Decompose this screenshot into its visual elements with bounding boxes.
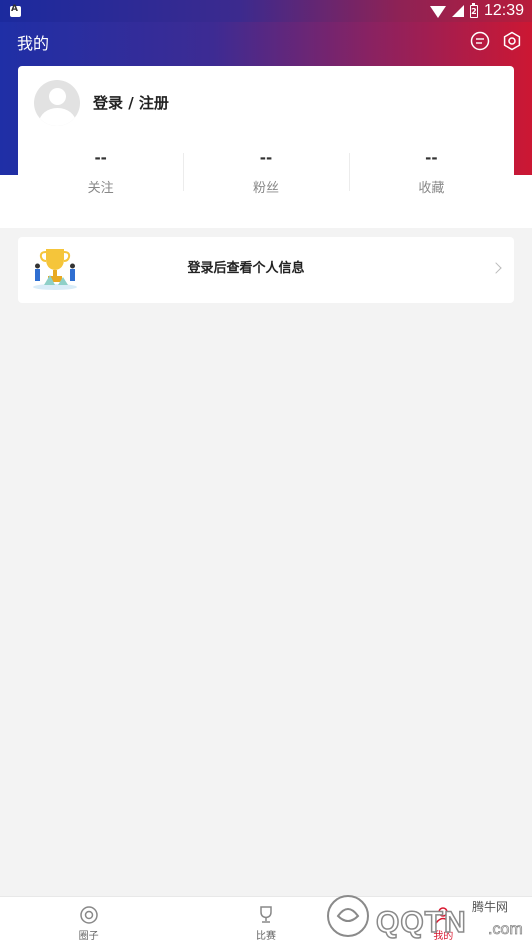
stat-favorites[interactable]: -- 收藏 — [348, 149, 514, 199]
stats-row: -- 关注 -- 粉丝 -- 收藏 — [18, 149, 514, 199]
stat-label: 粉丝 — [252, 181, 279, 196]
status-clock: 12:39 — [483, 2, 524, 19]
login-info-text: 登录后查看个人信息 — [187, 261, 305, 276]
stat-following[interactable]: -- 关注 — [18, 149, 183, 199]
status-bar: 2 12:39 — [0, 0, 532, 22]
tab-label: 比赛 — [255, 931, 276, 942]
stat-label: 关注 — [87, 181, 114, 196]
app-notification-icon — [10, 4, 21, 17]
message-icon[interactable] — [470, 31, 490, 51]
trophy-icon — [260, 906, 272, 923]
stat-value: -- — [425, 149, 438, 167]
wifi-icon — [429, 6, 446, 18]
battery-icon: 2 — [469, 2, 478, 18]
stat-fans[interactable]: -- 粉丝 — [183, 149, 348, 199]
stat-label: 收藏 — [418, 181, 445, 196]
tab-label: 圈子 — [78, 931, 99, 942]
login-info-card[interactable]: 登录后查看个人信息 — [18, 237, 514, 303]
settings-icon[interactable] — [502, 31, 522, 51]
stat-value: -- — [94, 149, 107, 167]
page-title: 我的 — [17, 34, 50, 53]
profile-card: 登录 / 注册 -- 关注 -- 粉丝 -- 收藏 — [18, 66, 514, 228]
watermark-site: QQTN — [375, 905, 467, 940]
avatar-body — [39, 108, 76, 126]
watermark-domain: .com — [488, 921, 523, 939]
signal-icon — [451, 5, 464, 17]
circle-icon — [79, 906, 98, 924]
tab-circle[interactable]: 圈子 — [0, 897, 177, 944]
stat-value: -- — [259, 149, 273, 167]
avatar-head — [49, 88, 66, 105]
avatar[interactable] — [34, 80, 80, 126]
login-register-link[interactable]: 登录 / 注册 — [93, 92, 169, 113]
watermark-brand: 腾牛网 — [472, 900, 509, 914]
